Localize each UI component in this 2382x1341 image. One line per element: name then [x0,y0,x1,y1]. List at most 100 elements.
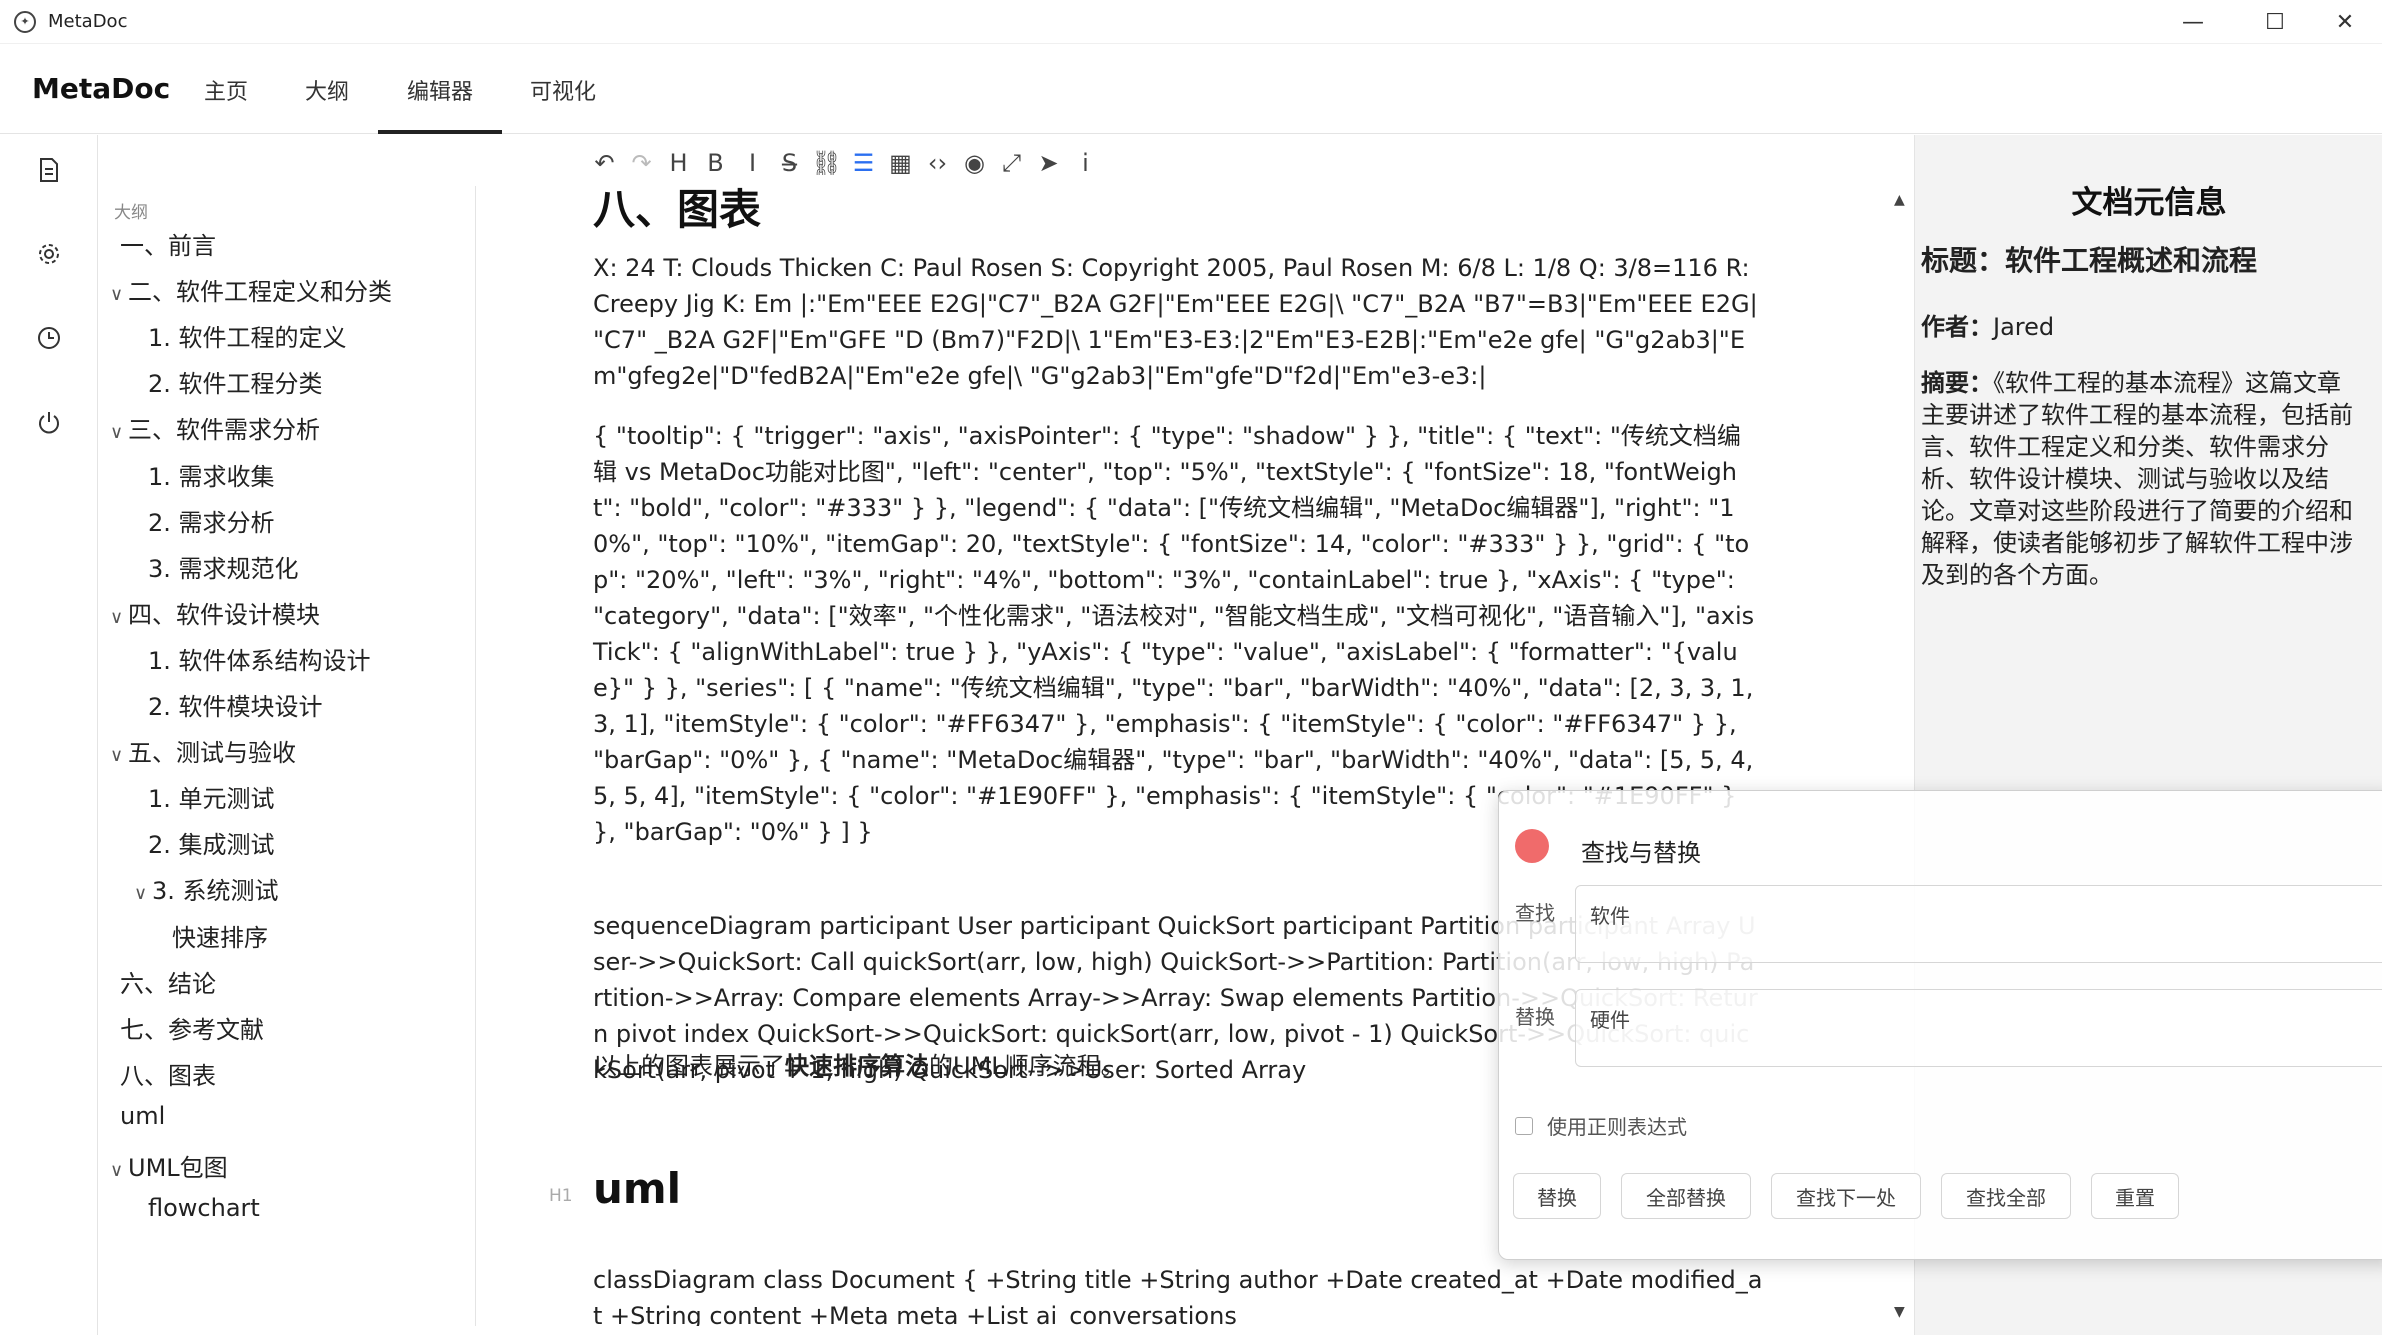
nav-home[interactable]: 主页 [204,74,248,106]
find-input[interactable]: 软件 [1575,885,2382,963]
heading-uml: uml [593,1164,682,1213]
outline-item-label: 二、软件工程定义和分类 [128,278,392,307]
dialog-close-button[interactable] [1515,829,1549,863]
outline-item[interactable]: 六、结论 [120,964,216,999]
outline-item-label: 一、前言 [120,232,216,260]
chevron-down-icon[interactable]: ∨ [110,607,128,628]
code-icon[interactable]: ‹› [919,146,956,180]
outline-item[interactable]: 2. 需求分析 [148,503,275,538]
scroll-up-arrow[interactable]: ▲ [1894,192,1905,208]
bold-icon[interactable]: B [697,146,734,180]
italic-icon[interactable]: I [734,146,771,180]
find-next-button[interactable]: 查找下一处 [1771,1173,1921,1219]
outline-item[interactable]: ∨ 3. 系统测试 [134,871,279,906]
scroll-down-arrow[interactable]: ▼ [1894,1304,1905,1320]
regex-label: 使用正则表达式 [1547,1115,1687,1139]
outline-item-label: 2. 集成测试 [148,831,275,860]
chevron-down-icon[interactable]: ∨ [110,422,128,443]
dialog-title: 查找与替换 [1581,839,1701,867]
outline-item-label: 2. 需求分析 [148,508,275,537]
outline-item-label: UML包图 [128,1154,228,1182]
regex-checkbox[interactable] [1515,1116,1533,1135]
outline-item[interactable]: 一、前言 [120,226,216,261]
heading-charts: 八、图表 [593,186,762,234]
outline-item[interactable]: ∨ 四、软件设计模块 [110,595,320,630]
outline-item[interactable]: 1. 软件体系结构设计 [148,641,371,676]
outline-item-label: 八、图表 [120,1061,216,1090]
find-label: 查找 [1515,901,1555,925]
outline-item[interactable]: 3. 需求规范化 [148,549,299,584]
eye-icon[interactable]: ◉ [956,146,993,180]
chevron-down-icon[interactable]: ∨ [134,883,152,904]
replace-label: 替换 [1515,1005,1555,1029]
replace-input[interactable]: 硬件 [1575,989,2382,1067]
outline-item-label: 1. 需求收集 [148,462,275,491]
heading-icon[interactable]: H [660,146,697,180]
outline-item-label: 六、结论 [120,969,216,998]
find-all-button[interactable]: 查找全部 [1941,1173,2071,1219]
outline-item[interactable]: 八、图表 [120,1056,216,1091]
echarts-config-block: { "tooltip": { "trigger": "axis", "axisP… [593,422,1755,846]
strikethrough-icon[interactable]: S̶ [771,146,808,180]
author-name: Jared [1993,313,2055,341]
list-icon[interactable]: ☰ [845,146,882,180]
outline-item[interactable]: uml [120,1102,165,1130]
link-icon[interactable]: ⛓ [808,146,845,180]
outline-item[interactable]: ∨ 五、测试与验收 [110,733,296,768]
outline-item-label: 七、参考文献 [120,1015,264,1044]
sidebar-rail [0,135,98,1335]
send-icon[interactable]: ➤ [1030,146,1067,180]
outline-item-label: 1. 软件体系结构设计 [148,646,371,675]
clock-icon[interactable] [34,323,64,353]
chevron-down-icon[interactable]: ∨ [110,745,128,766]
reset-button[interactable]: 重置 [2091,1173,2179,1219]
outline-item[interactable]: flowchart [148,1194,260,1222]
author-line: 作者：Jared [1921,313,2055,341]
gear-icon[interactable] [34,239,64,269]
outline-item-label: 1. 单元测试 [148,785,275,814]
outline-item-label: 2. 软件模块设计 [148,693,323,721]
outline-item[interactable]: 七、参考文献 [120,1010,264,1045]
abstract-text: 《软件工程的基本流程》这篇文章主要讲述了软件工程的基本流程，包括前言、软件工程定… [1921,369,2353,589]
outline-item[interactable]: 1. 单元测试 [148,779,275,814]
outline-item[interactable]: ∨ 二、软件工程定义和分类 [110,272,392,307]
document-icon[interactable] [34,155,64,185]
outline-item[interactable]: 快速排序 [172,918,268,953]
outline-item-label: 三、软件需求分析 [128,416,320,445]
class-diagram-block: classDiagram class Document { +String ti… [593,1266,1763,1326]
power-icon[interactable] [34,407,64,437]
find-replace-dialog: 查找与替换 查找 软件 替换 硬件 使用正则表达式 替换 全部替换 查找下一处 … [1498,790,2382,1260]
replace-button[interactable]: 替换 [1513,1173,1601,1219]
fullscreen-icon[interactable]: ⤢ [993,146,1030,180]
nav-visualize[interactable]: 可视化 [530,74,596,106]
maximize-button[interactable]: ☐ [2240,0,2310,44]
redo-icon[interactable]: ↷ [623,146,660,180]
table-icon[interactable]: ▦ [882,146,919,180]
close-window-button[interactable]: ✕ [2310,0,2380,44]
outline-item-label: 2. 软件工程分类 [148,370,323,399]
replace-all-button[interactable]: 全部替换 [1621,1173,1751,1219]
outline-item[interactable]: 2. 软件模块设计 [148,687,323,722]
doc-title-line: 标题：软件工程概述和流程 [1921,244,2258,277]
undo-icon[interactable]: ↶ [586,146,623,180]
title-bar: ✦ MetaDoc — ☐ ✕ [0,0,2382,44]
outline-item[interactable]: ∨ 三、软件需求分析 [110,410,320,445]
regex-option[interactable]: 使用正则表达式 [1515,1111,1687,1140]
outline-item-label: uml [120,1101,166,1130]
outline-item[interactable]: 1. 需求收集 [148,457,275,492]
nav-outline[interactable]: 大纲 [305,74,349,106]
info-icon[interactable]: i [1067,146,1104,180]
outline-item-label: 快速排序 [172,923,268,952]
chevron-down-icon[interactable]: ∨ [110,1160,128,1181]
nav-editor[interactable]: 编辑器 [407,74,473,106]
outline-item[interactable]: 2. 软件工程分类 [148,364,323,399]
outline-item[interactable]: ∨ UML包图 [110,1148,228,1183]
minimize-button[interactable]: — [2158,0,2228,44]
abc-notation-block: X: 24 T: Clouds Thicken C: Paul Rosen S:… [593,254,1758,390]
outline-item[interactable]: 1. 软件工程的定义 [148,318,347,353]
app-logo-icon: ✦ [14,10,36,33]
outline-item[interactable]: 2. 集成测试 [148,825,275,860]
app-header: MetaDoc 主页 大纲 编辑器 可视化 [0,44,2382,134]
outline-panel: 大纲 一、前言 ∨ 二、软件工程定义和分类 1. 软件工程的定义 2. 软件工程分类 ∨ 三… [98,186,476,1326]
chevron-down-icon[interactable]: ∨ [110,284,128,305]
